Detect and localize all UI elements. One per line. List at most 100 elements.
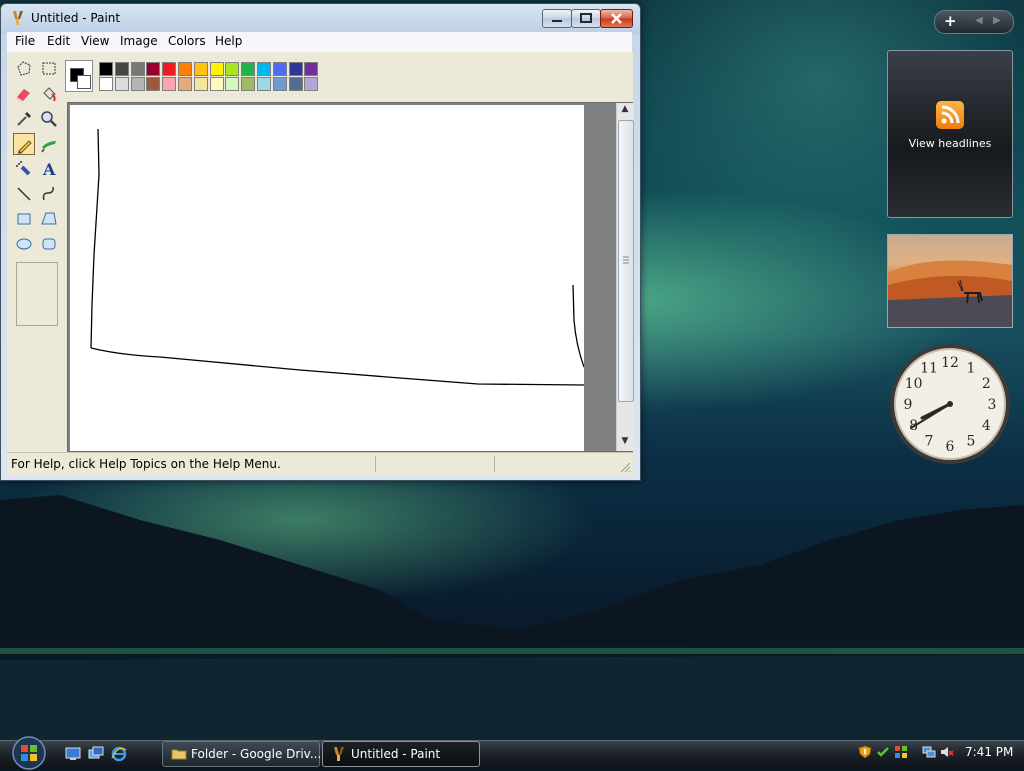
minimize-icon: [552, 20, 562, 22]
resize-grip-icon[interactable]: [619, 461, 631, 473]
color-swatch[interactable]: [99, 62, 113, 76]
taskbar-button-folder[interactable]: Folder - Google Driv...: [162, 741, 322, 767]
curve-icon[interactable]: [38, 183, 60, 205]
color-swatch[interactable]: [162, 62, 177, 76]
mountain-silhouette: [0, 495, 1024, 740]
taskbar-clock[interactable]: 7:41 PM: [965, 745, 1013, 759]
switch-windows-icon[interactable]: [88, 746, 104, 762]
start-button[interactable]: [8, 735, 50, 771]
internet-explorer-icon[interactable]: [111, 746, 127, 762]
color-swatch[interactable]: [146, 62, 161, 76]
pencil-icon[interactable]: [13, 133, 35, 155]
color-swatch[interactable]: [272, 77, 287, 91]
menu-colors[interactable]: Colors: [168, 34, 206, 48]
color-swatch[interactable]: [130, 77, 145, 91]
close-icon: [611, 13, 622, 24]
grip-icon: [623, 256, 629, 264]
color-swatch[interactable]: [272, 62, 287, 76]
menu-file[interactable]: File: [15, 34, 35, 48]
analog-clock-face: 121234567891011: [890, 344, 1010, 464]
menu-image[interactable]: Image: [120, 34, 158, 48]
color-swatch[interactable]: [178, 77, 192, 91]
clock-numeral: 7: [925, 433, 934, 449]
line-icon[interactable]: [13, 183, 35, 205]
sidebar-controls: + ◀ ▶: [934, 10, 1014, 34]
clock-gadget[interactable]: 121234567891011: [888, 342, 1012, 466]
taskbar-button-label: Folder - Google Driv...: [191, 747, 322, 761]
magnifier-icon[interactable]: [38, 108, 60, 130]
color-swatch[interactable]: [114, 77, 129, 91]
color-swatch[interactable]: [241, 62, 256, 76]
volume-muted-icon[interactable]: [940, 745, 954, 759]
canvas-scroll-area: ▲ ▼: [67, 102, 634, 452]
drawn-stroke-bottom: [90, 347, 584, 386]
color-swatch[interactable]: [193, 77, 208, 91]
menu-edit[interactable]: Edit: [47, 34, 70, 48]
text-icon[interactable]: A: [38, 158, 60, 180]
drawn-stroke-left: [90, 128, 100, 349]
next-page-icon[interactable]: ▶: [993, 15, 1001, 26]
title-bar[interactable]: Untitled - Paint: [1, 4, 638, 32]
color-swatch[interactable]: [162, 77, 177, 91]
scroll-down-arrow-icon[interactable]: ▼: [619, 436, 631, 450]
color-swatch[interactable]: [209, 62, 224, 76]
color-swatch[interactable]: [288, 62, 303, 76]
view-headlines-label[interactable]: View headlines: [888, 137, 1012, 150]
color-swatch[interactable]: [130, 62, 145, 76]
color-swatch[interactable]: [304, 62, 319, 76]
brush-icon[interactable]: [38, 133, 60, 155]
color-swatch[interactable]: [241, 77, 256, 91]
rectangle-select-icon[interactable]: [38, 58, 60, 80]
free-form-select-icon[interactable]: [13, 58, 35, 80]
maximize-button[interactable]: [571, 9, 601, 28]
color-swatch[interactable]: [304, 77, 319, 91]
scroll-up-arrow-icon[interactable]: ▲: [619, 104, 631, 118]
paint-window: Untitled - Paint File Edit View Image Co…: [0, 3, 641, 481]
window-title: Untitled - Paint: [31, 11, 121, 25]
show-desktop-icon[interactable]: [65, 746, 81, 762]
add-gadget-icon[interactable]: +: [944, 12, 957, 30]
status-bar: For Help, click Help Topics on the Help …: [7, 452, 633, 475]
network-check-icon[interactable]: [876, 745, 890, 759]
color-swatch[interactable]: [178, 62, 192, 76]
feed-headlines-gadget[interactable]: View headlines: [887, 50, 1013, 218]
airbrush-icon[interactable]: [13, 158, 35, 180]
menu-bar: File Edit View Image Colors Help: [7, 32, 632, 52]
status-separator: [375, 456, 376, 472]
rounded-rectangle-icon[interactable]: [38, 233, 60, 255]
security-alert-icon[interactable]: [858, 745, 872, 759]
drawing-canvas[interactable]: [70, 105, 584, 451]
color-swatch[interactable]: [257, 62, 271, 76]
clock-numeral: 9: [904, 397, 913, 413]
menu-help[interactable]: Help: [215, 34, 242, 48]
ellipse-icon[interactable]: [13, 233, 35, 255]
previous-page-icon[interactable]: ◀: [975, 15, 983, 26]
clock-numeral: 3: [988, 397, 997, 413]
color-swatch[interactable]: [225, 62, 240, 76]
current-colors[interactable]: [65, 60, 93, 92]
vertical-scrollbar[interactable]: ▲ ▼: [616, 103, 634, 451]
color-swatch[interactable]: [193, 62, 208, 76]
color-swatch[interactable]: [225, 77, 240, 91]
slideshow-gadget[interactable]: [887, 234, 1013, 328]
clock-numeral: 2: [982, 376, 991, 392]
taskbar-button-paint[interactable]: Untitled - Paint: [322, 741, 480, 767]
windows-flag-icon[interactable]: [894, 745, 908, 759]
tool-options-box[interactable]: [16, 262, 58, 326]
polygon-icon[interactable]: [38, 208, 60, 230]
color-swatch[interactable]: [99, 77, 113, 91]
network-icon[interactable]: [922, 745, 936, 759]
minimize-button[interactable]: [542, 9, 572, 28]
fill-bucket-icon[interactable]: [38, 83, 60, 105]
color-picker-icon[interactable]: [13, 108, 35, 130]
close-button[interactable]: [600, 9, 633, 28]
scroll-thumb[interactable]: [618, 120, 634, 402]
color-swatch[interactable]: [288, 77, 303, 91]
menu-view[interactable]: View: [81, 34, 109, 48]
color-swatch[interactable]: [257, 77, 271, 91]
eraser-icon[interactable]: [13, 83, 35, 105]
color-swatch[interactable]: [114, 62, 129, 76]
color-swatch[interactable]: [146, 77, 161, 91]
rectangle-icon[interactable]: [13, 208, 35, 230]
color-swatch[interactable]: [209, 77, 224, 91]
